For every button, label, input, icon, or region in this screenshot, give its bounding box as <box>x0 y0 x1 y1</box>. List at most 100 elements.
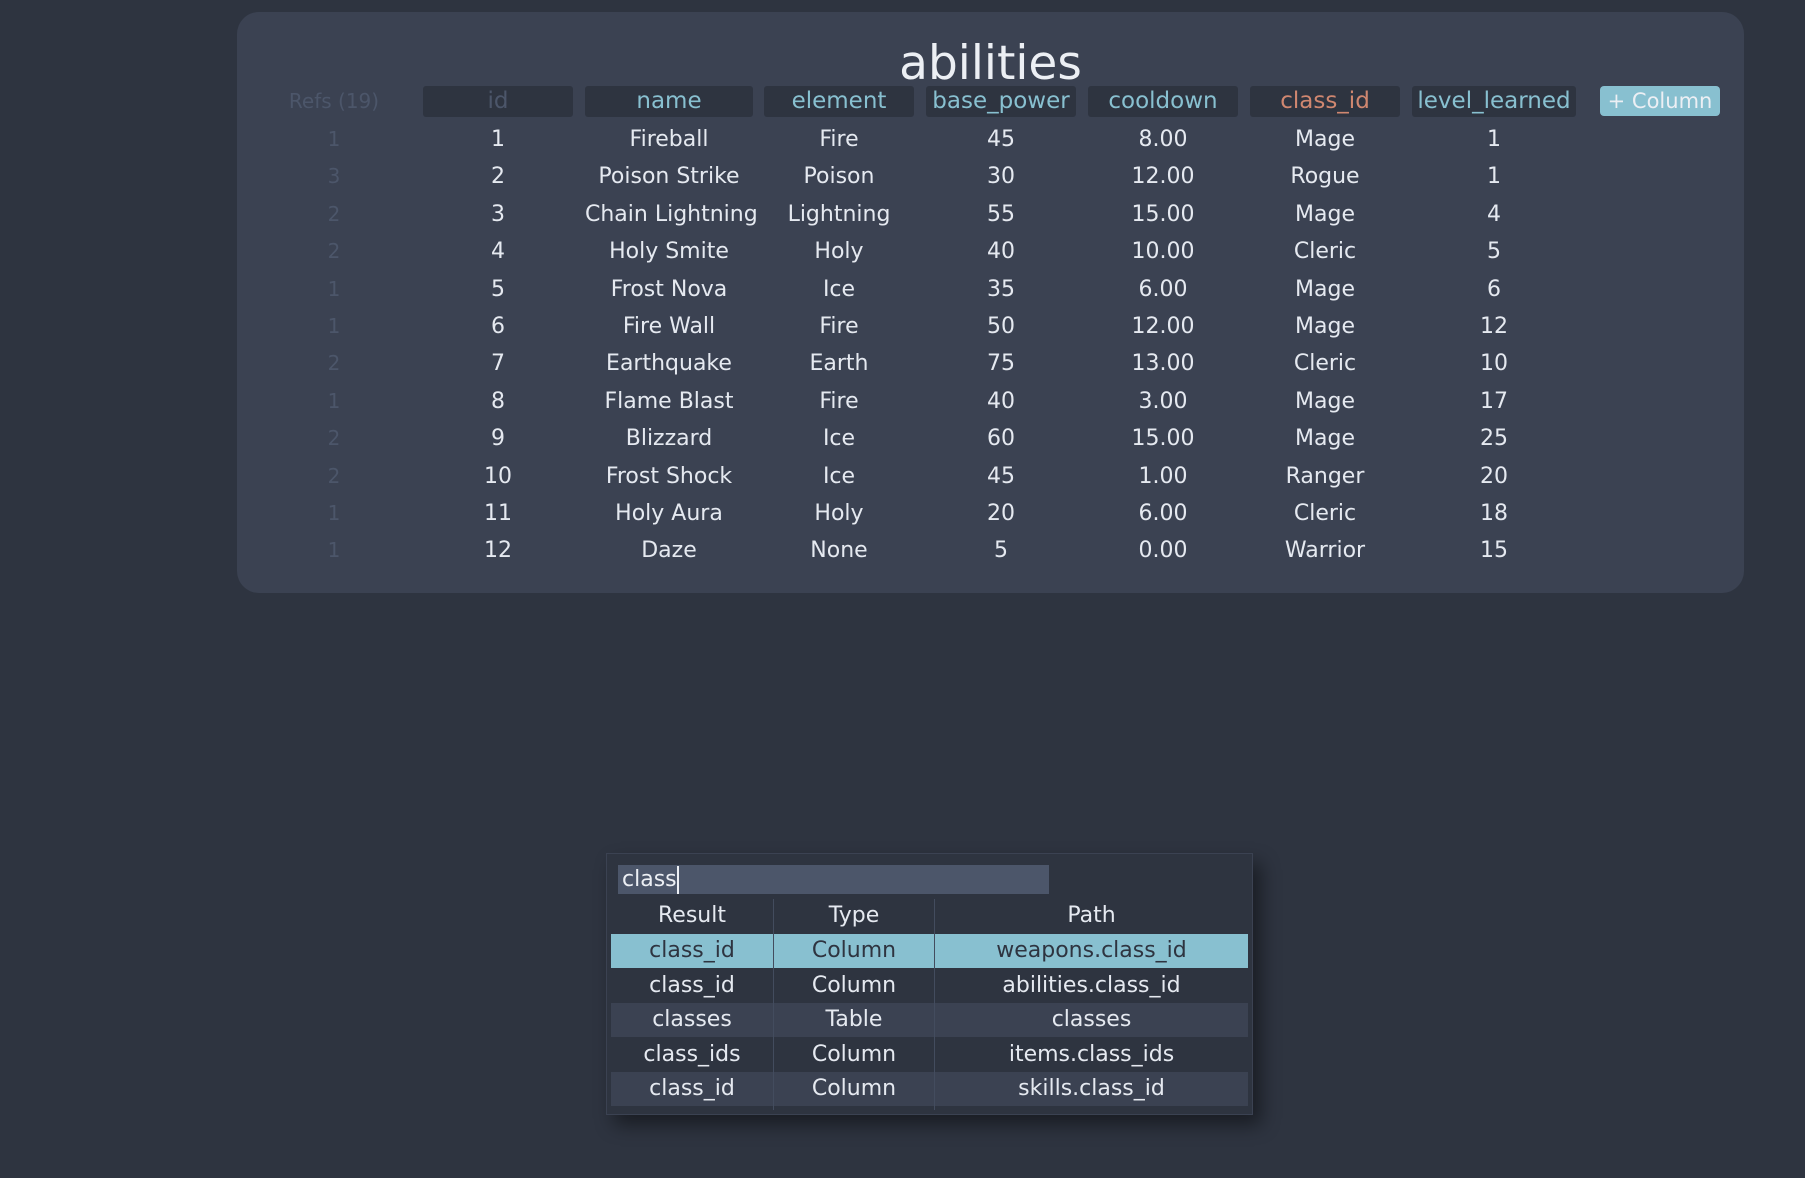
cell-cooldown[interactable]: 15.00 <box>1088 196 1238 233</box>
cell-id[interactable]: 4 <box>423 233 573 270</box>
search-result-row[interactable]: class_id Column skills.class_id <box>611 1072 1248 1106</box>
cell-cooldown[interactable]: 8.00 <box>1088 121 1238 158</box>
cell-base-power[interactable]: 5 <box>926 532 1076 569</box>
cell-level-learned[interactable]: 25 <box>1412 420 1576 457</box>
row-ref-count[interactable]: 2 <box>279 458 389 495</box>
cell-cooldown[interactable]: 6.00 <box>1088 271 1238 308</box>
cell-class-id[interactable]: Mage <box>1250 196 1400 233</box>
cell-class-id[interactable]: Cleric <box>1250 345 1400 382</box>
row-ref-count[interactable]: 1 <box>279 495 389 532</box>
cell-class-id[interactable]: Ranger <box>1250 458 1400 495</box>
row-ref-count[interactable]: 3 <box>279 158 389 195</box>
row-ref-count[interactable]: 2 <box>279 196 389 233</box>
cell-name[interactable]: Daze <box>585 532 753 569</box>
row-ref-count[interactable]: 1 <box>279 532 389 569</box>
cell-name[interactable]: Frost Nova <box>585 271 753 308</box>
cell-cooldown[interactable]: 12.00 <box>1088 308 1238 345</box>
search-result-row[interactable]: class_id Column weapons.class_id <box>611 934 1248 968</box>
cell-name[interactable]: Holy Aura <box>585 495 753 532</box>
cell-base-power[interactable]: 45 <box>926 458 1076 495</box>
cell-cooldown[interactable]: 0.00 <box>1088 532 1238 569</box>
cell-id[interactable]: 9 <box>423 420 573 457</box>
cell-id[interactable]: 7 <box>423 345 573 382</box>
column-header-name[interactable]: name <box>585 86 753 117</box>
cell-base-power[interactable]: 55 <box>926 196 1076 233</box>
cell-class-id[interactable]: Cleric <box>1250 233 1400 270</box>
cell-level-learned[interactable]: 1 <box>1412 121 1576 158</box>
cell-element[interactable]: Earth <box>764 345 914 382</box>
add-column-button[interactable]: + Column <box>1600 86 1720 116</box>
cell-cooldown[interactable]: 13.00 <box>1088 345 1238 382</box>
cell-element[interactable]: Ice <box>764 420 914 457</box>
column-header-level-learned[interactable]: level_learned <box>1412 86 1576 117</box>
column-header-element[interactable]: element <box>764 86 914 117</box>
cell-element[interactable]: Lightning <box>764 196 914 233</box>
cell-name[interactable]: Chain Lightning <box>585 196 758 233</box>
column-header-cooldown[interactable]: cooldown <box>1088 86 1238 117</box>
column-header-id[interactable]: id <box>423 86 573 117</box>
cell-element[interactable]: Fire <box>764 383 914 420</box>
cell-element[interactable]: Ice <box>764 458 914 495</box>
cell-id[interactable]: 8 <box>423 383 573 420</box>
cell-level-learned[interactable]: 12 <box>1412 308 1576 345</box>
cell-id[interactable]: 6 <box>423 308 573 345</box>
row-ref-count[interactable]: 2 <box>279 345 389 382</box>
cell-name[interactable]: Fire Wall <box>585 308 753 345</box>
cell-level-learned[interactable]: 15 <box>1412 532 1576 569</box>
cell-cooldown[interactable]: 10.00 <box>1088 233 1238 270</box>
cell-level-learned[interactable]: 18 <box>1412 495 1576 532</box>
refs-header[interactable]: Refs (19) <box>279 86 389 117</box>
cell-name[interactable]: Poison Strike <box>585 158 753 195</box>
cell-base-power[interactable]: 40 <box>926 233 1076 270</box>
cell-id[interactable]: 5 <box>423 271 573 308</box>
cell-level-learned[interactable]: 17 <box>1412 383 1576 420</box>
cell-element[interactable]: Fire <box>764 121 914 158</box>
cell-base-power[interactable]: 20 <box>926 495 1076 532</box>
search-result-row[interactable]: classes Table classes <box>611 1003 1248 1037</box>
cell-base-power[interactable]: 60 <box>926 420 1076 457</box>
row-ref-count[interactable]: 2 <box>279 233 389 270</box>
cell-base-power[interactable]: 50 <box>926 308 1076 345</box>
row-ref-count[interactable]: 2 <box>279 420 389 457</box>
row-ref-count[interactable]: 1 <box>279 121 389 158</box>
cell-level-learned[interactable]: 20 <box>1412 458 1576 495</box>
cell-class-id[interactable]: Mage <box>1250 121 1400 158</box>
cell-name[interactable]: Earthquake <box>585 345 753 382</box>
cell-level-learned[interactable]: 10 <box>1412 345 1576 382</box>
cell-name[interactable]: Fireball <box>585 121 753 158</box>
cell-id[interactable]: 10 <box>423 458 573 495</box>
cell-element[interactable]: Fire <box>764 308 914 345</box>
cell-element[interactable]: Holy <box>764 233 914 270</box>
cell-id[interactable]: 11 <box>423 495 573 532</box>
column-header-class-id[interactable]: class_id <box>1250 86 1400 117</box>
cell-element[interactable]: Holy <box>764 495 914 532</box>
cell-name[interactable]: Frost Shock <box>585 458 753 495</box>
cell-id[interactable]: 12 <box>423 532 573 569</box>
cell-base-power[interactable]: 45 <box>926 121 1076 158</box>
cell-class-id[interactable]: Mage <box>1250 271 1400 308</box>
cell-base-power[interactable]: 40 <box>926 383 1076 420</box>
cell-level-learned[interactable]: 4 <box>1412 196 1576 233</box>
cell-name[interactable]: Holy Smite <box>585 233 753 270</box>
row-ref-count[interactable]: 1 <box>279 271 389 308</box>
cell-level-learned[interactable]: 6 <box>1412 271 1576 308</box>
cell-element[interactable]: Ice <box>764 271 914 308</box>
cell-name[interactable]: Flame Blast <box>585 383 753 420</box>
cell-id[interactable]: 3 <box>423 196 573 233</box>
cell-class-id[interactable]: Rogue <box>1250 158 1400 195</box>
cell-cooldown[interactable]: 12.00 <box>1088 158 1238 195</box>
cell-cooldown[interactable]: 15.00 <box>1088 420 1238 457</box>
cell-level-learned[interactable]: 1 <box>1412 158 1576 195</box>
cell-base-power[interactable]: 30 <box>926 158 1076 195</box>
cell-class-id[interactable]: Mage <box>1250 308 1400 345</box>
search-input[interactable] <box>618 865 1049 894</box>
cell-base-power[interactable]: 35 <box>926 271 1076 308</box>
cell-id[interactable]: 2 <box>423 158 573 195</box>
cell-class-id[interactable]: Mage <box>1250 420 1400 457</box>
cell-cooldown[interactable]: 3.00 <box>1088 383 1238 420</box>
search-result-row[interactable]: class_ids Column items.class_ids <box>611 1038 1248 1072</box>
cell-id[interactable]: 1 <box>423 121 573 158</box>
cell-class-id[interactable]: Cleric <box>1250 495 1400 532</box>
cell-element[interactable]: None <box>764 532 914 569</box>
search-result-row[interactable]: class_id Column abilities.class_id <box>611 969 1248 1003</box>
